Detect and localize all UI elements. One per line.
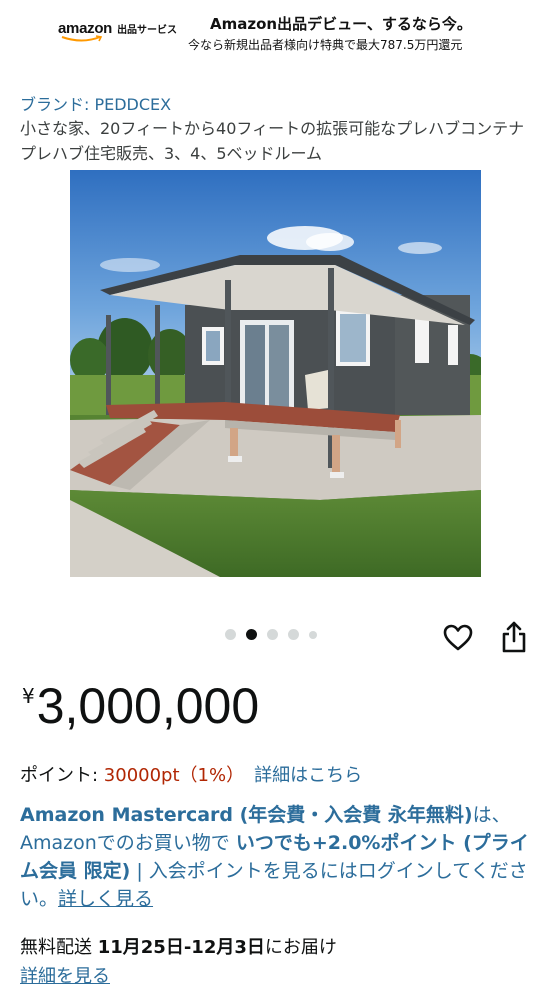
brand-link[interactable]: ブランド: PEDDCEX (20, 91, 171, 115)
shipping-details-link[interactable]: 詳細を見る (20, 962, 110, 988)
share-icon[interactable] (500, 621, 528, 653)
price-amount: 3,000,000 (36, 678, 260, 734)
price-currency: ¥ (22, 684, 35, 708)
card-offer-head: Amazon Mastercard (年会費・入会費 永年無料) (20, 804, 473, 826)
shipping-prefix: 無料配送 (20, 937, 98, 958)
card-offer[interactable]: Amazon Mastercard (年会費・入会費 永年無料)は、Amazon… (20, 801, 535, 913)
product-image[interactable] (70, 170, 481, 577)
amazon-logo-service: 出品サービス (117, 25, 178, 36)
points-line: ポイント: 30000pt（1%） 詳細はこちら (20, 761, 362, 787)
carousel-dot[interactable] (309, 630, 317, 639)
card-offer-details-link[interactable]: 詳しく見る (58, 888, 153, 910)
shipping-dates: 11月25日-12月3日 (97, 937, 265, 958)
carousel-dot[interactable] (267, 629, 278, 640)
shipping-info: 無料配送 11月25日-12月3日にお届け (20, 933, 337, 959)
carousel-dot[interactable] (225, 629, 236, 640)
carousel-dot-active[interactable] (246, 629, 257, 640)
house-photo-illustration (70, 170, 481, 577)
points-details-link[interactable]: 詳細はこちら (254, 765, 362, 786)
seller-promo-banner[interactable]: amazon 出品サービス Amazon出品デビュー、するなら今。 今なら新規出… (0, 0, 550, 62)
banner-subline: 今なら新規出品者様向け特典で最大787.5万円還元 (188, 38, 463, 52)
banner-headline: Amazon出品デビュー、するなら今。 (210, 15, 472, 33)
shipping-suffix: にお届け (264, 937, 337, 958)
image-carousel-dots[interactable] (225, 629, 317, 640)
amazon-smile-icon (61, 35, 103, 42)
carousel-dot[interactable] (288, 629, 299, 640)
points-label: ポイント: (20, 765, 104, 786)
price: ¥ 3,000,000 (22, 676, 259, 736)
product-title: 小さな家、20フィートから40フィートの拡張可能なプレハブコンテナプレハブ住宅販… (20, 119, 525, 163)
points-value: 30000pt（1%） (103, 765, 245, 786)
heart-icon[interactable] (443, 623, 473, 653)
amazon-seller-logo: amazon 出品サービス (58, 20, 178, 42)
